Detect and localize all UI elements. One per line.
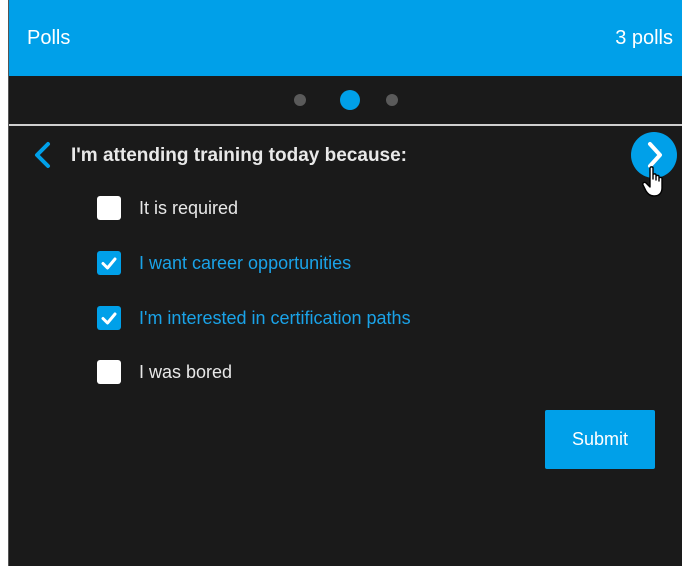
poll-option-1[interactable]: It is required	[97, 194, 238, 222]
checkbox-unchecked[interactable]	[97, 360, 121, 384]
pager-dot-1[interactable]	[294, 94, 306, 106]
option-label: I was bored	[139, 361, 233, 382]
chevron-left-icon[interactable]	[31, 141, 55, 169]
checkmark-icon	[101, 312, 117, 325]
checkmark-icon	[101, 257, 117, 270]
submit-button[interactable]: Submit	[545, 410, 655, 469]
pager-dot-2-active[interactable]	[340, 90, 360, 110]
poll-count: 3 polls	[615, 27, 673, 49]
checkbox-checked[interactable]	[97, 306, 121, 330]
poll-option-2[interactable]: I want career opportunities	[97, 249, 351, 277]
poll-option-3[interactable]: I'm interested in certification paths	[97, 304, 411, 332]
pager-dots	[9, 76, 682, 124]
checkbox-checked[interactable]	[97, 251, 121, 275]
poll-question: I'm attending training today because:	[71, 145, 408, 166]
option-label: It is required	[139, 197, 239, 218]
polls-header: Polls 3 polls	[9, 0, 682, 76]
divider	[9, 124, 682, 126]
polls-panel: Polls 3 polls I'm attending training tod…	[8, 0, 682, 566]
poll-option-4[interactable]: I was bored	[97, 358, 232, 386]
hand-pointer-icon	[642, 166, 666, 198]
option-label: I want career opportunities	[139, 252, 352, 273]
pager-dot-3[interactable]	[386, 94, 398, 106]
header-title: Polls	[27, 27, 71, 49]
checkbox-unchecked[interactable]	[97, 196, 121, 220]
option-label: I'm interested in certification paths	[139, 307, 411, 328]
